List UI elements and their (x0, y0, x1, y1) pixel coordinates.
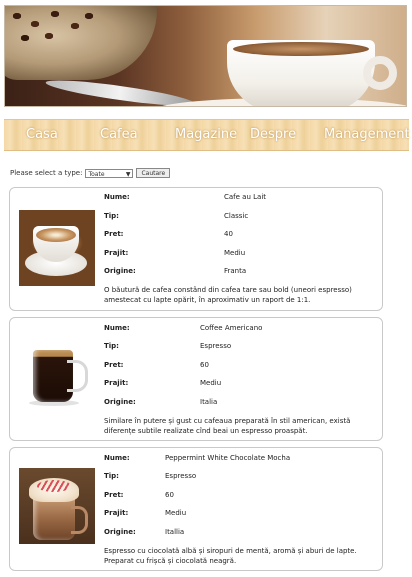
foam-shape (36, 228, 76, 242)
type-select[interactable]: Toate ▼ (85, 168, 134, 178)
nav-item-despre[interactable]: Despre (250, 127, 296, 142)
mocha-mug-image (19, 468, 95, 544)
name-label: Nume: (104, 324, 130, 332)
mug-handle-shape (71, 506, 88, 534)
product-name: Coffee Americano (200, 324, 263, 332)
main-nav: Casa Cafea Magazine Despre Management (4, 119, 410, 151)
product-description: Similare în putere și gust cu cafeaua pr… (104, 417, 351, 435)
cup-handle-image (363, 56, 397, 90)
spoon-image (44, 75, 196, 106)
americano-glass-image (19, 338, 95, 414)
nav-item-management[interactable]: Management (324, 127, 410, 142)
price-label: Pret: (104, 230, 124, 238)
roast-label: Prajit: (104, 249, 129, 257)
roast-label: Prajit: (104, 509, 129, 517)
mug-shape (33, 496, 75, 540)
product-name: Cafe au Lait (224, 193, 267, 201)
product-roast: Mediu (165, 509, 187, 517)
glass-handle-shape (67, 360, 88, 392)
product-origin: Italia (200, 398, 218, 406)
latte-cup-image (19, 210, 95, 286)
product-card: Nume: Coffee Americano Tip: Espresso Pre… (9, 317, 383, 441)
nav-item-magazine[interactable]: Magazine (175, 127, 237, 142)
type-label: Tip: (104, 472, 119, 480)
origin-label: Origine: (104, 267, 136, 275)
name-label: Nume: (104, 454, 130, 462)
type-select-value: Toate (88, 170, 105, 178)
search-button[interactable]: Cautare (136, 168, 171, 178)
nav-item-casa[interactable]: Casa (26, 127, 58, 142)
product-origin: Itallia (165, 528, 185, 536)
product-type: Classic (224, 212, 249, 220)
chevron-down-icon: ▼ (125, 170, 131, 178)
price-label: Pret: (104, 491, 124, 499)
type-label: Tip: (104, 342, 119, 350)
product-name: Peppermint White Chocolate Mocha (165, 454, 291, 462)
product-card: Nume: Peppermint White Chocolate Mocha T… (9, 447, 383, 571)
origin-label: Origine: (104, 528, 136, 536)
coffee-surface-image (233, 42, 369, 56)
type-filter: Please select a type: Toate ▼ Cautare (10, 168, 171, 178)
product-price: 60 (165, 491, 174, 499)
header-banner (4, 5, 407, 107)
filter-prompt: Please select a type: (10, 169, 83, 177)
product-type: Espresso (165, 472, 197, 480)
product-roast: Mediu (224, 249, 246, 257)
name-label: Nume: (104, 193, 130, 201)
origin-label: Origine: (104, 398, 136, 406)
product-description: Espresso cu ciocolată albă și siropuri d… (104, 547, 357, 565)
price-label: Pret: (104, 361, 124, 369)
coffee-beans-image (5, 6, 105, 51)
product-origin: Franta (224, 267, 247, 275)
product-price: 60 (200, 361, 209, 369)
product-card: Nume: Cafe au Lait Tip: Classic Pret: 40… (9, 187, 383, 311)
product-price: 40 (224, 230, 233, 238)
nav-item-cafea[interactable]: Cafea (100, 127, 138, 142)
drizzle-shape (37, 480, 71, 492)
type-label: Tip: (104, 212, 119, 220)
product-description: O băutură de cafea constând din cafea ta… (104, 286, 352, 304)
roast-label: Prajit: (104, 379, 129, 387)
product-type: Espresso (200, 342, 232, 350)
product-roast: Mediu (200, 379, 222, 387)
